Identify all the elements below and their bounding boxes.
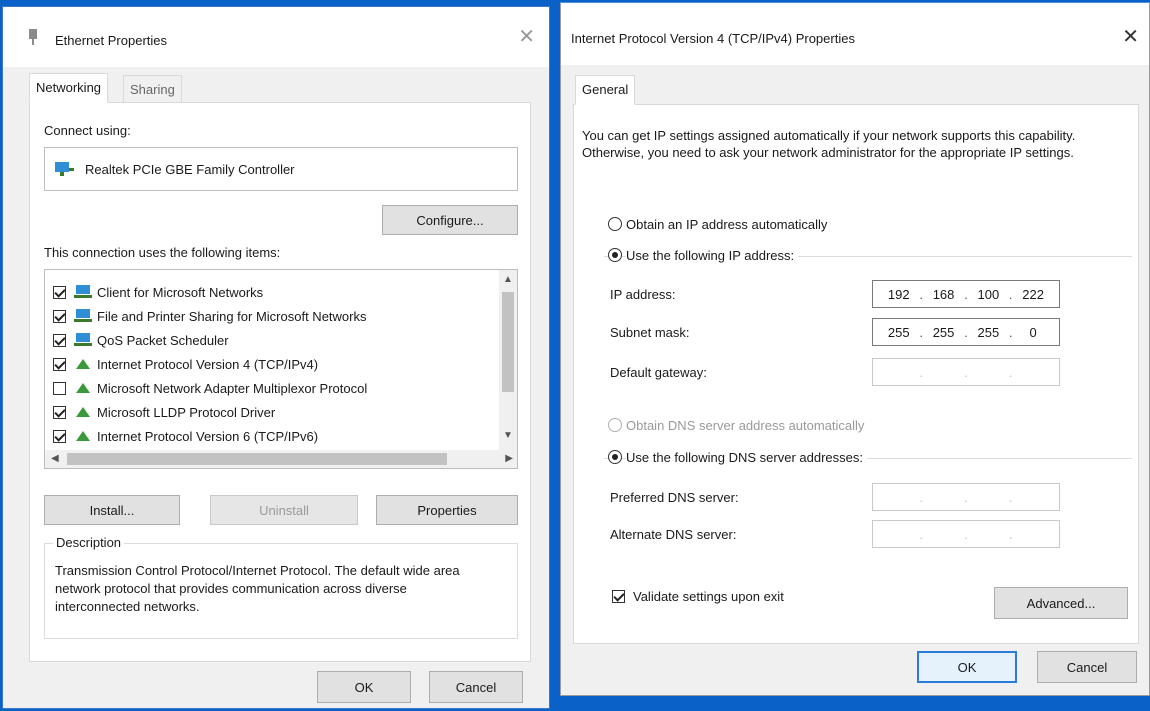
item-checkbox[interactable] [53,333,66,347]
network-client-icon [74,285,92,298]
close-icon[interactable]: ✕ [1122,27,1139,47]
item-checkbox[interactable] [53,309,66,323]
default-gateway-field[interactable]: . . . [872,358,1060,386]
ethernet-properties-dialog: Ethernet Properties ✕ Networking Sharing… [2,6,550,709]
dialog-title: Ethernet Properties [55,33,168,48]
item-checkbox[interactable] [53,285,66,299]
title-bar: Internet Protocol Version 4 (TCP/IPv4) P… [561,3,1149,65]
tab-sharing[interactable]: Sharing [123,75,182,103]
preferred-dns-label: Preferred DNS server: [610,490,739,505]
list-item[interactable]: Microsoft Network Adapter Multiplexor Pr… [53,376,367,400]
ethernet-icon [29,29,37,45]
obtain-dns-auto-radio[interactable] [608,418,622,432]
properties-button[interactable]: Properties [376,495,518,525]
horizontal-scrollbar[interactable]: ◀ ▶ [45,450,517,468]
ip-octet[interactable]: 255 [973,325,1003,340]
vertical-scroll-thumb[interactable] [502,292,514,392]
scroll-left-icon[interactable]: ◀ [51,453,59,464]
item-label: QoS Packet Scheduler [97,332,229,348]
adapter-name: Realtek PCIe GBE Family Controller [85,161,295,177]
alternate-dns-field[interactable]: . . . [872,520,1060,548]
uninstall-button[interactable]: Uninstall [210,495,358,525]
advanced-button[interactable]: Advanced... [994,587,1128,619]
ok-button[interactable]: OK [917,651,1017,683]
default-gateway-label: Default gateway: [610,365,707,380]
scroll-right-icon[interactable]: ▶ [505,453,513,464]
description-text: Transmission Control Protocol/Internet P… [55,563,460,614]
tab-general[interactable]: General [575,75,636,105]
item-checkbox[interactable] [53,405,66,419]
ip-octet[interactable]: 255 [884,325,914,340]
alternate-dns-label: Alternate DNS server: [610,527,737,542]
use-dns-radio[interactable] [608,450,622,464]
protocol-icon [76,431,90,441]
protocol-icon [76,383,90,393]
items-list[interactable]: Client for Microsoft Networks File and P… [44,269,518,469]
scroll-down-icon[interactable]: ▼ [499,430,517,441]
item-checkbox[interactable] [53,381,66,395]
list-item[interactable]: Client for Microsoft Networks [53,280,263,304]
validate-checkbox[interactable] [612,590,625,603]
network-client-icon [74,333,92,346]
scroll-up-icon[interactable]: ▲ [499,274,517,285]
item-label: Internet Protocol Version 4 (TCP/IPv4) [97,356,319,372]
use-ip-label: Use the following IP address: [626,248,799,263]
dialog-title: Internet Protocol Version 4 (TCP/IPv4) P… [571,31,855,46]
intro-text: You can get IP settings assigned automat… [582,128,1076,160]
dns-group [604,458,1132,568]
ip-octet[interactable]: 192 [884,287,914,302]
obtain-ip-auto-label: Obtain an IP address automatically [626,217,828,232]
horizontal-scroll-thumb[interactable] [67,453,447,465]
obtain-ip-auto-radio[interactable] [608,217,622,231]
protocol-icon [76,359,90,369]
cancel-button[interactable]: Cancel [1037,651,1137,683]
protocol-icon [76,407,90,417]
network-client-icon [74,309,92,322]
network-adapter-icon [55,162,74,176]
subnet-mask-field[interactable]: 255. 255. 255. 0 [872,318,1060,346]
subnet-mask-label: Subnet mask: [610,325,690,340]
general-tab-panel: You can get IP settings assigned automat… [573,104,1139,644]
tab-networking[interactable]: Networking [29,73,109,103]
ip-octet[interactable]: 168 [929,287,959,302]
item-label: Microsoft LLDP Protocol Driver [97,404,276,420]
item-label: Client for Microsoft Networks [97,284,264,300]
install-button[interactable]: Install... [44,495,180,525]
ip-address-field[interactable]: 192. 168. 100. 222 [872,280,1060,308]
cancel-button[interactable]: Cancel [429,671,523,703]
vertical-scrollbar[interactable]: ▲ ▼ [499,270,517,450]
item-label: Microsoft Network Adapter Multiplexor Pr… [97,380,368,396]
use-dns-label: Use the following DNS server addresses: [626,450,867,465]
ip-octet[interactable]: 255 [929,325,959,340]
connect-using-label: Connect using: [44,123,131,138]
ok-button[interactable]: OK [317,671,411,703]
item-label: Internet Protocol Version 6 (TCP/IPv6) [97,428,319,444]
description-label: Description [53,535,125,550]
configure-button[interactable]: Configure... [382,205,518,235]
ip-octet[interactable]: 222 [1018,287,1048,302]
list-item[interactable]: Internet Protocol Version 4 (TCP/IPv4) [53,352,318,376]
networking-tab-panel: Connect using: Realtek PCIe GBE Family C… [29,102,531,662]
preferred-dns-field[interactable]: . . . [872,483,1060,511]
items-label: This connection uses the following items… [44,245,281,260]
validate-label: Validate settings upon exit [633,589,784,604]
item-label: File and Printer Sharing for Microsoft N… [97,308,367,324]
item-checkbox[interactable] [53,357,66,371]
close-icon[interactable]: ✕ [518,27,535,47]
ip-address-label: IP address: [610,287,676,302]
item-checkbox[interactable] [53,429,66,443]
ipv4-properties-dialog: Internet Protocol Version 4 (TCP/IPv4) P… [560,2,1150,696]
ip-octet[interactable]: 0 [1018,325,1048,340]
list-item[interactable]: File and Printer Sharing for Microsoft N… [53,304,366,328]
description-group: Description Transmission Control Protoco… [44,535,518,639]
obtain-dns-auto-label: Obtain DNS server address automatically [626,418,865,433]
list-item[interactable]: QoS Packet Scheduler [53,328,229,352]
title-bar: Ethernet Properties ✕ [3,7,549,67]
ip-octet[interactable]: 100 [973,287,1003,302]
validate-setting[interactable]: Validate settings upon exit [612,589,784,604]
use-ip-radio[interactable] [608,248,622,262]
list-item[interactable]: Microsoft LLDP Protocol Driver [53,400,275,424]
adapter-box: Realtek PCIe GBE Family Controller [44,147,518,191]
list-item[interactable]: Internet Protocol Version 6 (TCP/IPv6) [53,424,318,448]
